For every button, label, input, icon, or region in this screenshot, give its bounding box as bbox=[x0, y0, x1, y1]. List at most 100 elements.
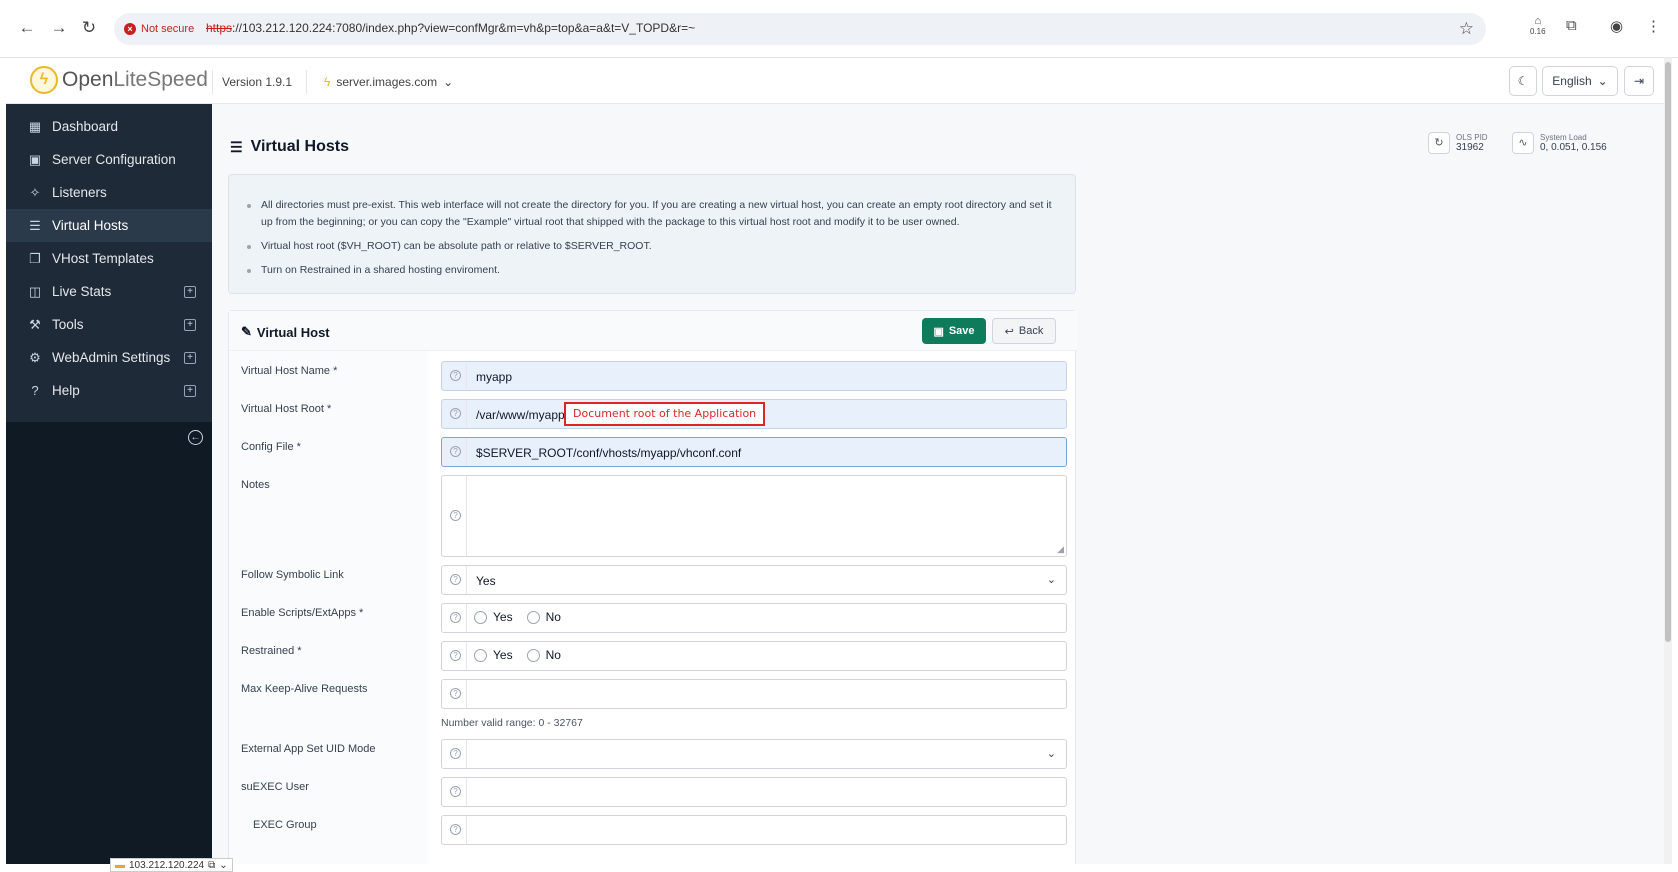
card-header: ✎ Virtual Host ▣ Save ↩ Back bbox=[229, 311, 1077, 351]
expand-icon: + bbox=[184, 384, 196, 397]
suexec-group-input[interactable]: ? bbox=[441, 815, 1067, 845]
expand-icon: + bbox=[184, 318, 196, 331]
page-scrollbar[interactable] bbox=[1664, 58, 1672, 864]
wrench-icon: ⚒ bbox=[29, 316, 41, 332]
document-root-annotation: Document root of the Application bbox=[564, 402, 766, 426]
help-icon[interactable]: ? bbox=[450, 612, 461, 623]
sidebar-item-webadmin-settings[interactable]: ⚙ WebAdmin Settings + bbox=[6, 341, 212, 374]
save-button[interactable]: ▣ Save bbox=[922, 318, 986, 344]
back-arrow-icon[interactable]: ← bbox=[16, 17, 38, 39]
url-text: https://103.212.120.224:7080/index.php?v… bbox=[206, 21, 696, 35]
scripts-no-radio[interactable] bbox=[526, 610, 540, 624]
config-file-input[interactable]: ? $SERVER_ROOT/conf/vhosts/myapp/vhconf.… bbox=[441, 437, 1067, 467]
notes-textarea[interactable]: ? ◢ bbox=[441, 475, 1067, 557]
help-icon[interactable]: ? bbox=[450, 510, 461, 521]
scripts-yes-radio[interactable] bbox=[474, 610, 487, 624]
lightning-logo-icon: ϟ bbox=[30, 66, 58, 94]
back-arrow-icon: ↩ bbox=[1004, 325, 1014, 338]
expand-icon: + bbox=[184, 351, 196, 364]
server-selector[interactable]: ϟ server.images.com ⌄ bbox=[324, 75, 453, 89]
profile-icon[interactable]: ◉ bbox=[1610, 17, 1623, 35]
sidebar-footer bbox=[6, 422, 212, 864]
restrained-no-radio[interactable] bbox=[526, 648, 540, 662]
collapse-sidebar-icon[interactable]: ← bbox=[188, 430, 203, 445]
vhosts-icon: ☰ bbox=[29, 217, 41, 233]
info-item: Turn on Restrained in a shared hosting e… bbox=[247, 262, 1059, 279]
edit-icon: ✎ bbox=[241, 324, 252, 339]
bookmark-star-icon[interactable]: ☆ bbox=[1459, 19, 1474, 39]
vhost-root-label: Virtual Host Root * bbox=[241, 403, 332, 415]
chevron-down-icon: ⌄ bbox=[443, 75, 454, 89]
forward-arrow-icon[interactable]: → bbox=[48, 17, 70, 39]
copy-icon: ⧉ bbox=[208, 859, 216, 871]
suexec-user-label: suEXEC User bbox=[241, 781, 309, 793]
suexec-group-label: EXEC Group bbox=[253, 819, 317, 831]
app-header: ϟ OpenLiteSpeed Version 1.9.1 ϟ server.i… bbox=[6, 58, 1672, 104]
keepalive-input[interactable]: ? bbox=[441, 679, 1067, 709]
help-icon[interactable]: ? bbox=[450, 370, 461, 381]
config-file-label: Config File * bbox=[241, 441, 301, 453]
virtual-host-card: ✎ Virtual Host ▣ Save ↩ Back Virtual Hos… bbox=[228, 310, 1077, 864]
sidebar-item-dashboard[interactable]: ▦ Dashboard bbox=[6, 110, 212, 143]
chevron-down-icon: ⌄ bbox=[219, 859, 228, 871]
help-icon[interactable]: ? bbox=[450, 748, 461, 759]
info-item: All directories must pre-exist. This web… bbox=[247, 197, 1059, 231]
vhost-name-label: Virtual Host Name * bbox=[241, 365, 338, 377]
follow-symlink-select[interactable]: ? Yes ⌄ bbox=[441, 565, 1067, 595]
help-icon[interactable]: ? bbox=[450, 786, 461, 797]
help-icon[interactable]: ? bbox=[450, 408, 461, 419]
restrained-label: Restrained * bbox=[241, 645, 302, 657]
back-button[interactable]: ↩ Back bbox=[992, 318, 1056, 344]
extensions-puzzle-icon[interactable]: ⧉ bbox=[1566, 17, 1577, 34]
moon-icon: ☾ bbox=[1517, 74, 1529, 88]
server-icon: ▣ bbox=[28, 151, 42, 167]
sidebar-item-vhost-templates[interactable]: ❐ VHost Templates bbox=[6, 242, 212, 275]
help-icon[interactable]: ? bbox=[450, 650, 461, 661]
vhost-name-input[interactable]: ? myapp bbox=[441, 361, 1067, 391]
help-icon[interactable]: ? bbox=[450, 574, 461, 585]
expand-icon: + bbox=[184, 285, 196, 298]
refresh-icon[interactable]: ↻ bbox=[1428, 132, 1450, 154]
enable-scripts-label: Enable Scripts/ExtApps * bbox=[241, 607, 364, 619]
logout-icon: ⇥ bbox=[1633, 74, 1645, 88]
language-selector[interactable]: English ⌄ bbox=[1542, 66, 1618, 96]
follow-symlink-label: Follow Symbolic Link bbox=[241, 569, 344, 581]
dark-mode-toggle[interactable]: ☾ bbox=[1509, 66, 1537, 96]
scrollbar-thumb[interactable] bbox=[1665, 62, 1671, 642]
sidebar-item-server-configuration[interactable]: ▣ Server Configuration bbox=[6, 143, 212, 176]
not-secure-badge[interactable]: × Not secure bbox=[124, 20, 194, 38]
flag-icon: ▬ bbox=[115, 859, 125, 871]
sidebar: ▦ Dashboard ▣ Server Configuration ✧ Listen… bbox=[6, 104, 212, 864]
openlitespeed-logo[interactable]: ϟ OpenLiteSpeed bbox=[30, 66, 208, 94]
dashboard-icon: ▦ bbox=[28, 118, 42, 134]
info-item: Virtual host root ($VH_ROOT) can be abso… bbox=[247, 238, 1059, 255]
sidebar-item-listeners[interactable]: ✧ Listeners bbox=[6, 176, 212, 209]
notes-label: Notes bbox=[241, 479, 270, 491]
help-icon[interactable]: ? bbox=[450, 688, 461, 699]
ols-pid-stat: ↻ OLS PID 31962 bbox=[1428, 132, 1488, 154]
sidebar-item-tools[interactable]: ⚒ Tools + bbox=[6, 308, 212, 341]
help-icon[interactable]: ? bbox=[450, 446, 461, 457]
logout-button[interactable]: ⇥ bbox=[1624, 66, 1654, 96]
address-bar[interactable]: × Not secure https://103.212.120.224:708… bbox=[114, 13, 1486, 45]
warning-icon: × bbox=[124, 23, 136, 35]
card-title: ✎ Virtual Host bbox=[241, 324, 330, 340]
restrained-yes-radio[interactable] bbox=[474, 648, 487, 662]
version-label: Version 1.9.1 bbox=[222, 75, 293, 89]
resize-handle-icon[interactable]: ◢ bbox=[1057, 544, 1064, 555]
browser-toolbar: ← → ↻ × Not secure https://103.212.120.2… bbox=[0, 0, 1678, 58]
chevron-down-icon: ⌄ bbox=[1597, 74, 1608, 88]
suexec-user-input[interactable]: ? bbox=[441, 777, 1067, 807]
window-bottom-edge bbox=[0, 864, 1678, 872]
keepalive-label: Max Keep-Alive Requests bbox=[241, 683, 368, 695]
sidebar-item-help[interactable]: ? Help + bbox=[6, 374, 212, 407]
sidebar-item-virtual-hosts[interactable]: ☰ Virtual Hosts bbox=[6, 209, 212, 242]
help-icon[interactable]: ? bbox=[450, 824, 461, 835]
reload-icon[interactable]: ↻ bbox=[78, 17, 100, 39]
menu-dots-icon[interactable]: ⋮ bbox=[1646, 17, 1661, 35]
uid-mode-label: External App Set UID Mode bbox=[241, 743, 376, 755]
sidebar-item-live-stats[interactable]: ◫ Live Stats + bbox=[6, 275, 212, 308]
extension-badge-icon[interactable]: ⌂ 0.16 bbox=[1530, 16, 1546, 37]
vhost-root-input[interactable]: ? /var/www/myapp Document root of the Ap… bbox=[441, 399, 1067, 429]
uid-mode-select[interactable]: ? ⌄ bbox=[441, 739, 1067, 769]
